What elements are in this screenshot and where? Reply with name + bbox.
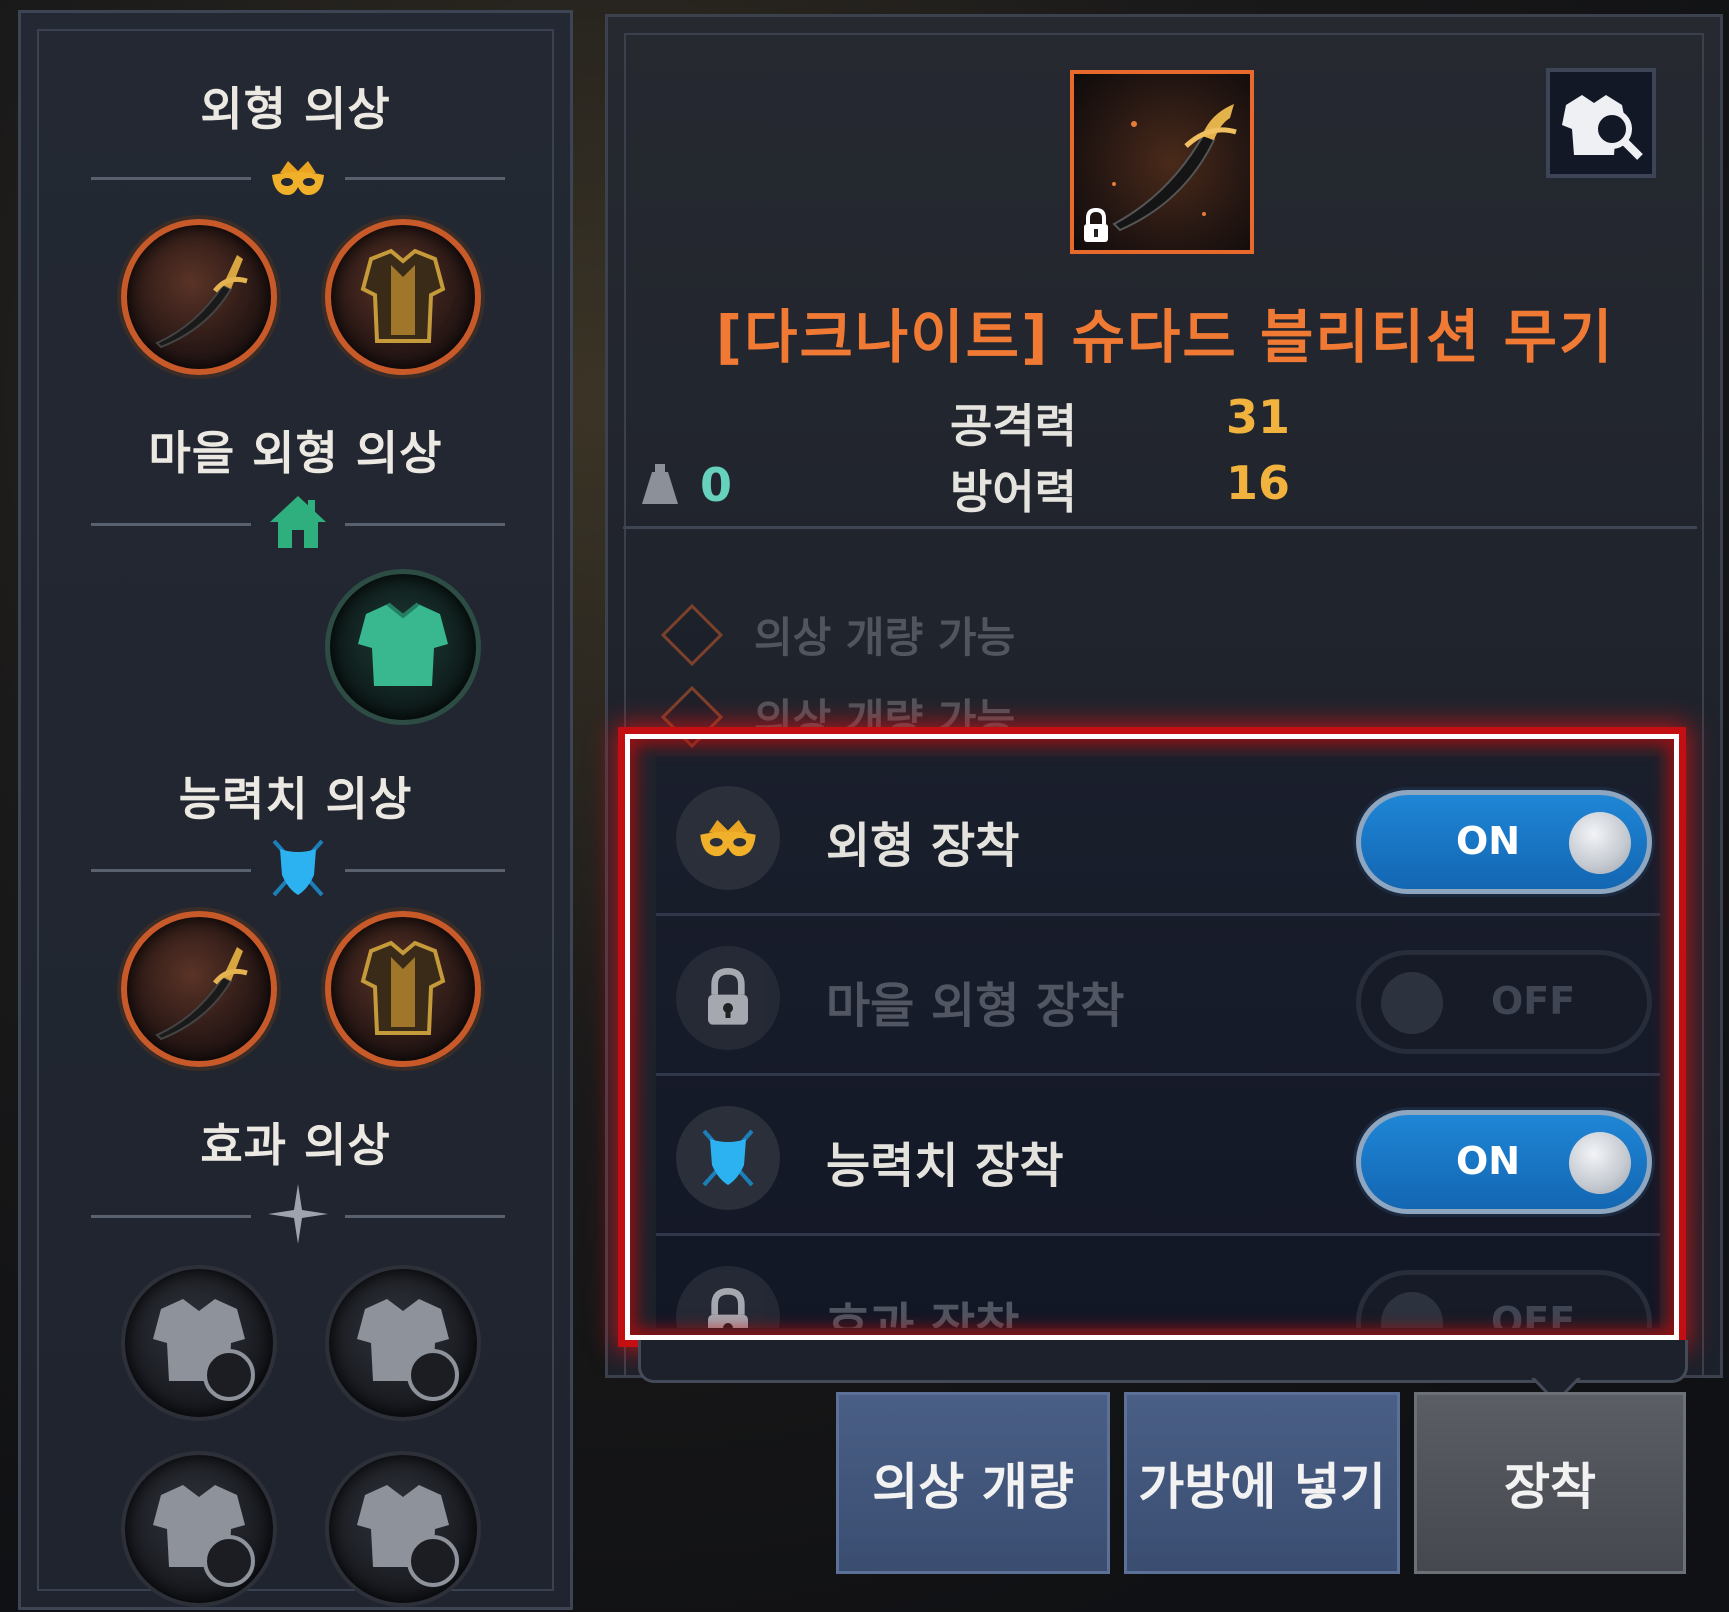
- upgrade-available-row: 의상 개량 가능: [660, 603, 1015, 666]
- shield-swords-icon: [268, 839, 328, 897]
- sword-icon: [155, 947, 248, 1041]
- sword-icon: [155, 255, 248, 349]
- attack-value: 31: [1226, 390, 1291, 444]
- toggle-row-effect: 효과 장착 OFF: [656, 1236, 1660, 1328]
- house-icon: [268, 496, 328, 548]
- toggle-label: 능력치 장착: [826, 1138, 1064, 1194]
- armor-icon: [153, 1299, 255, 1401]
- armor-icon: [153, 1485, 255, 1587]
- stat-equip-toggle[interactable]: ON: [1356, 1110, 1652, 1214]
- defense-label: 방어력: [950, 465, 1077, 519]
- appearance-equip-toggle[interactable]: ON: [1356, 790, 1652, 894]
- crown-mask-icon: [268, 153, 328, 203]
- effect-slot-4[interactable]: [325, 1451, 481, 1607]
- armor-icon: [360, 248, 446, 343]
- section-title-effect: 효과 의상: [200, 1118, 391, 1172]
- effect-slot-1[interactable]: [121, 1265, 277, 1421]
- section-title-appearance: 외형 의상: [200, 82, 391, 136]
- effect-slot-3[interactable]: [121, 1451, 277, 1607]
- diamond-icon: [660, 685, 724, 748]
- defense-value: 16: [1226, 456, 1291, 510]
- toggle-knob: [1569, 1132, 1631, 1194]
- popup-frame: [638, 1340, 1688, 1404]
- equip-button[interactable]: 장착: [1414, 1392, 1686, 1574]
- upgrade-available-row: 의상 개량 가능: [660, 685, 1015, 748]
- toggle-state: ON: [1456, 819, 1521, 863]
- toggle-row-stat: 능력치 장착 ON: [656, 1076, 1660, 1236]
- toggle-label: 외형 장착: [826, 818, 1020, 874]
- section-title-town-appearance: 마을 외형 의상: [148, 426, 443, 480]
- upgrade-costume-button[interactable]: 의상 개량: [836, 1392, 1110, 1574]
- toggle-state: ON: [1456, 1139, 1521, 1183]
- town-appearance-equip-toggle[interactable]: OFF: [1356, 950, 1652, 1054]
- toggle-knob: [1569, 812, 1631, 874]
- inspect-costume-button[interactable]: [1546, 68, 1656, 178]
- effect-equip-toggle[interactable]: OFF: [1356, 1270, 1652, 1328]
- town-appearance-slot[interactable]: [325, 569, 481, 725]
- weight-icon: [640, 462, 680, 510]
- equip-toggle-list: 외형 장착 ON 마을 외형 장착 OFF 능력치 장착 ON 효과 장착 OF…: [656, 756, 1660, 1328]
- diamond-icon: [660, 603, 724, 666]
- weight-value: 0: [700, 458, 733, 512]
- toggle-label: 효과 장착: [826, 1298, 1020, 1328]
- appearance-armor-slot[interactable]: [325, 219, 481, 375]
- toggle-state: OFF: [1491, 1299, 1576, 1328]
- toggle-row-appearance: 외형 장착 ON: [656, 756, 1660, 916]
- toggle-row-town-appearance: 마을 외형 장착 OFF: [656, 916, 1660, 1076]
- armor-icon: [357, 1485, 459, 1587]
- crown-mask-icon: [676, 786, 780, 890]
- toggle-knob: [1381, 972, 1443, 1034]
- screen: 외형 의상 마을 외형 의상 능력치 의상 효과 의상 [다크나이트] 슈다드 …: [0, 0, 1729, 1612]
- put-in-bag-button[interactable]: 가방에 넣기: [1124, 1392, 1400, 1574]
- lock-icon: [1080, 207, 1112, 248]
- armor-icon: [358, 602, 448, 686]
- lock-icon: [676, 1266, 780, 1328]
- armor-icon: [357, 1299, 459, 1401]
- effect-slot-2[interactable]: [325, 1265, 481, 1421]
- attack-label: 공격력: [950, 399, 1077, 453]
- toggle-knob: [1381, 1292, 1443, 1328]
- armor-search-icon: [1562, 95, 1643, 160]
- divider: [623, 526, 1697, 529]
- stat-armor-slot[interactable]: [325, 911, 481, 1067]
- item-icon: [1070, 70, 1254, 254]
- toggle-state: OFF: [1491, 979, 1576, 1023]
- costume-slots-panel: 외형 의상 마을 외형 의상 능력치 의상 효과 의상: [18, 10, 573, 1610]
- stat-weapon-slot[interactable]: [121, 911, 277, 1067]
- star-icon: [268, 1184, 328, 1244]
- toggle-label: 마을 외형 장착: [826, 978, 1125, 1034]
- shield-swords-icon: [676, 1106, 780, 1210]
- item-name: [다크나이트] 슈다드 블리티션 무기: [715, 303, 1615, 371]
- armor-icon: [360, 940, 446, 1035]
- lock-icon: [676, 946, 780, 1050]
- appearance-weapon-slot[interactable]: [121, 219, 277, 375]
- section-title-stat: 능력치 의상: [178, 772, 413, 826]
